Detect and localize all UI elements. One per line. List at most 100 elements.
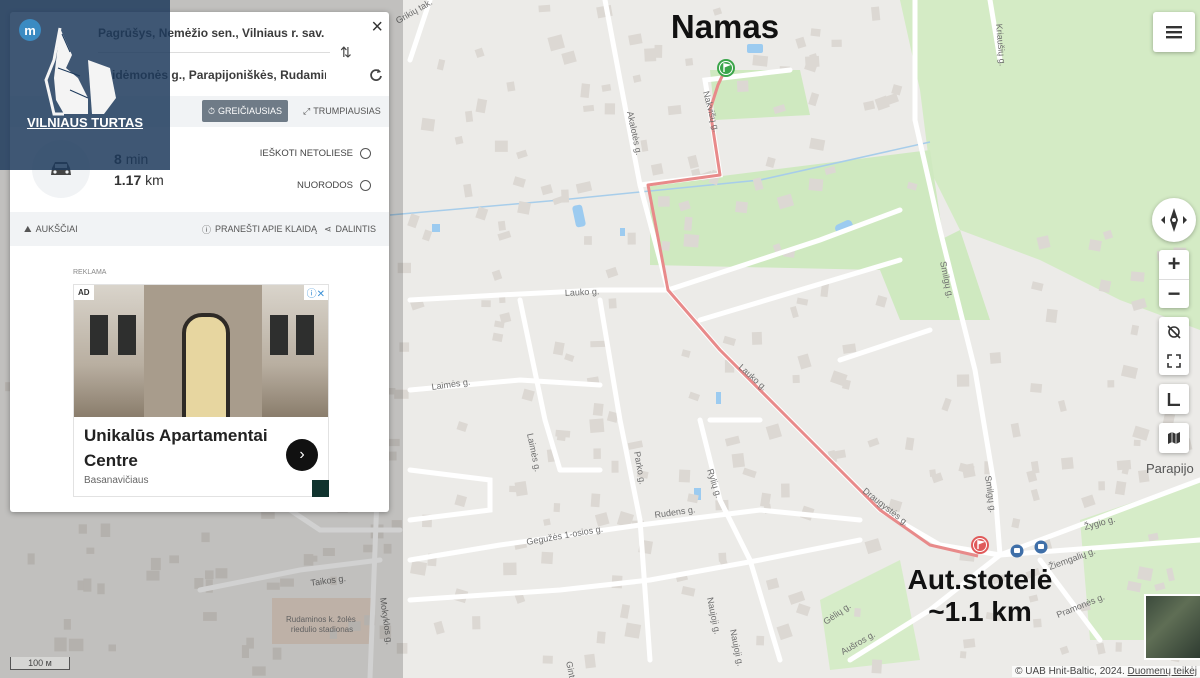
building <box>592 403 604 417</box>
building <box>736 80 749 92</box>
building <box>842 343 857 354</box>
directions-link[interactable]: NUORODOS <box>297 180 371 191</box>
stopwatch-icon: ⏱ <box>208 105 216 116</box>
building <box>589 418 605 434</box>
tab-fastest[interactable]: ⏱ GREIČIAUSIAS <box>202 100 289 122</box>
ad-badge: AD <box>74 285 94 300</box>
street-label: Lauko g. <box>565 286 600 298</box>
fullscreen-icon <box>1167 353 1181 368</box>
tab-shortest[interactable]: ⤢ TRUMPIAUSIAS <box>297 100 387 122</box>
building <box>751 331 763 345</box>
building <box>611 460 619 473</box>
close-button[interactable]: × <box>371 16 383 39</box>
distance-value: 1.17 <box>114 172 142 188</box>
building <box>604 103 616 115</box>
copyright-text: © UAB Hnit-Baltic, 2024. <box>1015 666 1125 677</box>
building <box>735 201 748 214</box>
building <box>808 178 824 192</box>
building <box>454 135 464 145</box>
building <box>608 298 617 309</box>
building <box>590 493 601 508</box>
share-icon: ⋖ <box>324 223 332 234</box>
building <box>494 140 508 152</box>
swap-button[interactable]: ⇅ <box>340 44 352 61</box>
refresh-icon[interactable] <box>369 68 383 82</box>
route-actions: ⛰ AUKŠČIAI ⓘ PRANEŠTI APIE KLAIDĄ ⋖ DALINTI… <box>10 212 389 246</box>
zoom-controls: + − <box>1159 250 1189 308</box>
logo: m VILNIAUS TURTAS <box>0 0 170 170</box>
building <box>1045 308 1058 323</box>
directions-label: NUORODOS <box>297 180 353 191</box>
ad-image: AD ⓘ✕ <box>74 285 328 417</box>
building <box>1098 481 1106 491</box>
pond <box>716 392 721 404</box>
bus-stop-icon[interactable] <box>1010 544 1024 558</box>
building <box>584 653 596 669</box>
pond <box>620 228 625 236</box>
copyright-link[interactable]: Duomenų teikėj <box>1128 666 1197 677</box>
bus-stop-icon[interactable] <box>1034 540 1048 554</box>
building <box>781 483 790 498</box>
building <box>1133 439 1141 447</box>
building <box>561 189 570 203</box>
building <box>541 551 554 565</box>
diagonal-arrow-icon: ⤢ <box>303 105 311 116</box>
building <box>658 196 670 207</box>
pond <box>432 224 440 232</box>
window <box>296 315 314 355</box>
building <box>752 54 769 67</box>
building <box>481 300 491 308</box>
measure-button[interactable] <box>1159 384 1189 414</box>
building <box>1130 271 1145 282</box>
fullscreen-button[interactable] <box>1159 346 1189 375</box>
end-marker[interactable] <box>971 536 989 554</box>
building <box>584 236 592 245</box>
arch-door <box>182 313 230 417</box>
building <box>1114 480 1127 496</box>
location-off-icon <box>1167 324 1181 339</box>
building <box>1088 239 1102 252</box>
rotate-reset-button[interactable] <box>1159 317 1189 346</box>
report-error-label: PRANEŠTI APIE KLAIDĄ <box>215 224 318 234</box>
share-button[interactable]: ⋖ DALINTIS <box>324 212 376 246</box>
building <box>650 163 664 176</box>
building <box>420 117 436 132</box>
ad-corner <box>312 480 329 497</box>
building <box>1061 457 1074 470</box>
building <box>580 83 591 99</box>
building <box>542 655 553 664</box>
tab-fastest-label: GREIČIAUSIAS <box>218 106 283 116</box>
search-nearby-link[interactable]: IEŠKOTI NETOLIESE <box>260 148 371 159</box>
building <box>593 448 601 459</box>
building <box>556 433 567 442</box>
building <box>731 452 745 468</box>
elevation-button[interactable]: ⛰ AUKŠČIAI <box>24 212 78 246</box>
layers-button[interactable] <box>1159 423 1189 453</box>
elevation-label: AUKŠČIAI <box>35 224 78 234</box>
ad-card[interactable]: AD ⓘ✕ Unikalūs Apartamentai Centre › Bas… <box>73 284 329 497</box>
building <box>590 340 606 348</box>
arrow-circle-icon <box>360 180 371 191</box>
stop-annotation-line2: ~1.1 km <box>928 596 1032 627</box>
building <box>661 240 671 251</box>
building <box>583 104 595 113</box>
building <box>627 232 636 245</box>
menu-button[interactable] <box>1153 12 1195 52</box>
map-tools <box>1159 317 1189 375</box>
stop-annotation: Aut.stotelė ~1.1 km <box>895 564 1065 628</box>
ad-close-icon[interactable]: ⓘ✕ <box>303 285 328 300</box>
zoom-in-button[interactable]: + <box>1159 250 1189 280</box>
share-label: DALINTIS <box>335 224 377 234</box>
start-marker[interactable] <box>717 59 735 77</box>
copyright: © UAB Hnit-Baltic, 2024. Duomenų teikėj <box>1012 666 1200 677</box>
stop-annotation-line1: Aut.stotelė <box>907 564 1053 595</box>
target-icon <box>360 148 371 159</box>
place-label: Parapijo <box>1146 461 1194 476</box>
zoom-out-button[interactable]: − <box>1159 280 1189 309</box>
building <box>543 518 551 526</box>
satellite-toggle[interactable] <box>1144 594 1200 660</box>
ad-next-button[interactable]: › <box>286 439 318 471</box>
svg-text:m: m <box>24 23 36 38</box>
compass-button[interactable] <box>1152 198 1196 242</box>
report-error-button[interactable]: ⓘ PRANEŠTI APIE KLAIDĄ <box>202 212 317 246</box>
